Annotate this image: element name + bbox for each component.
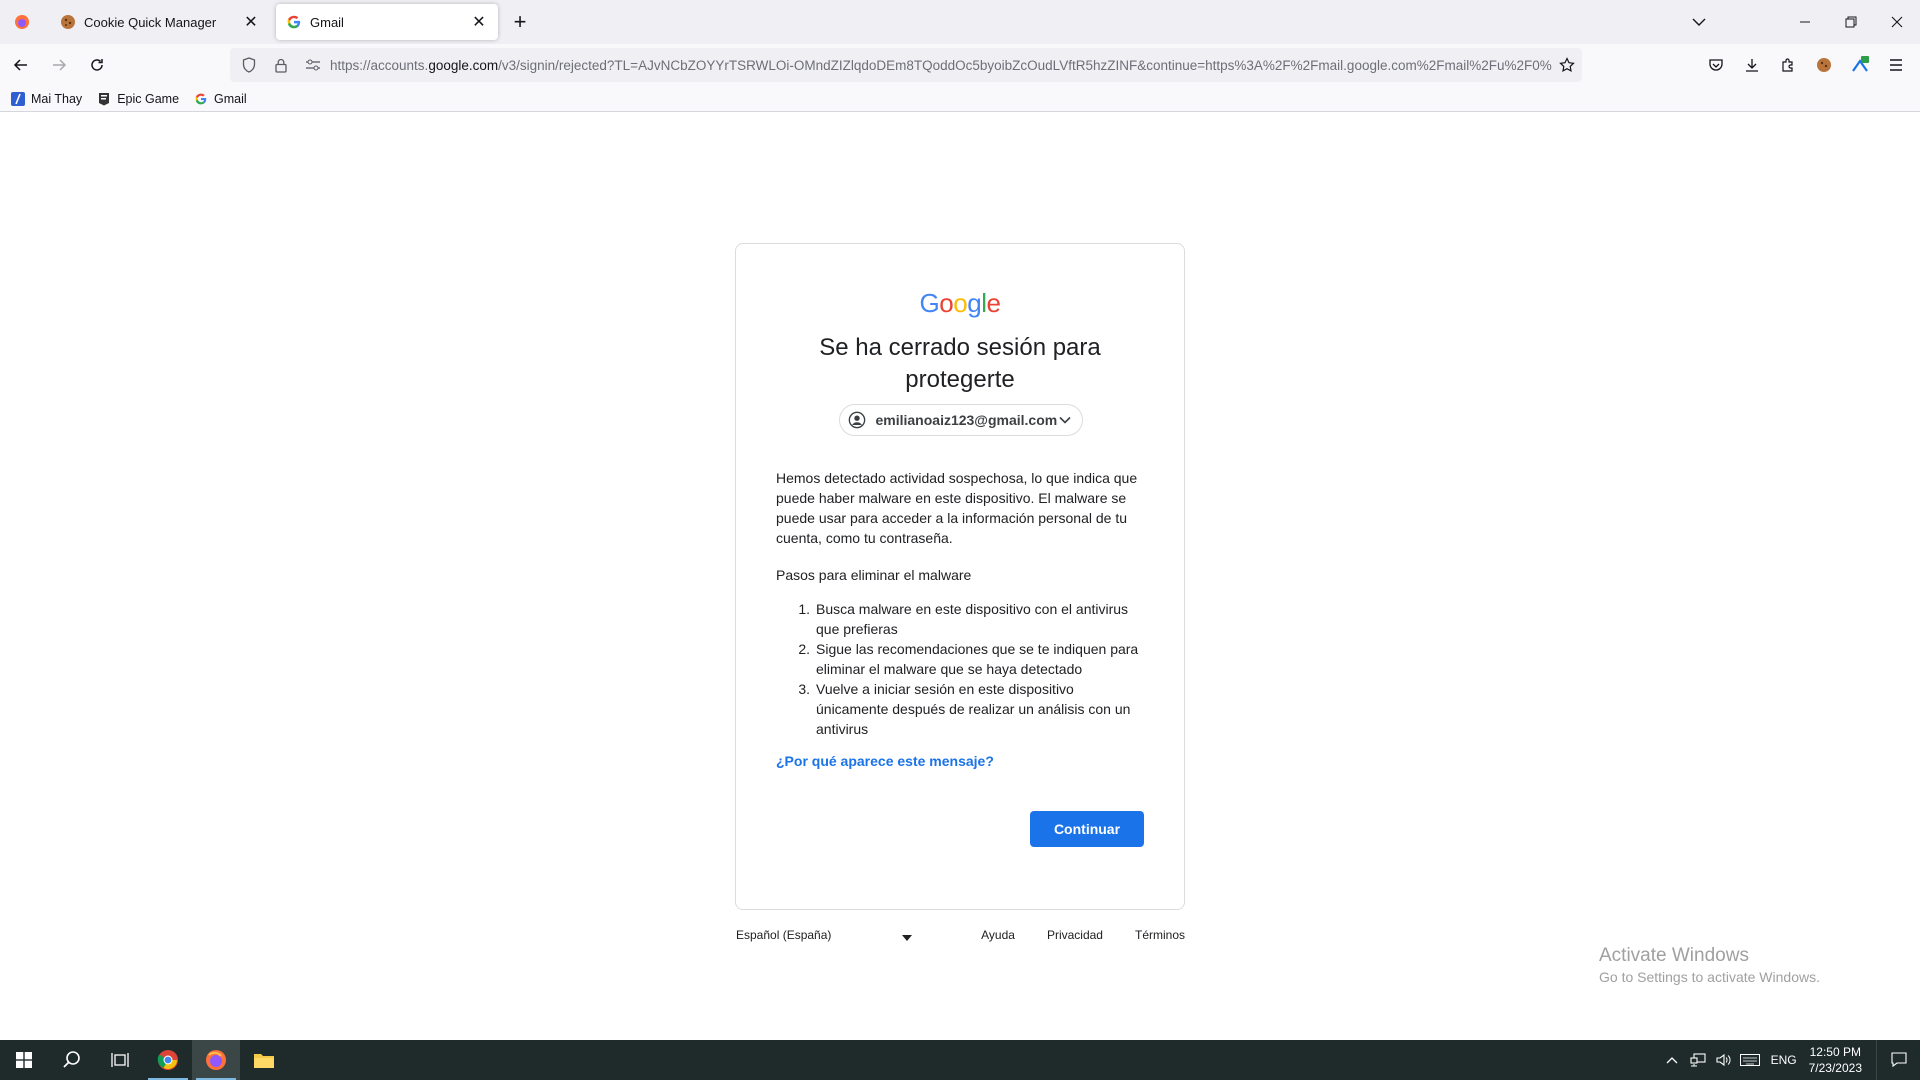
downloads-icon[interactable] xyxy=(1734,48,1770,82)
google-logo: Google xyxy=(919,288,1001,318)
search-icon[interactable] xyxy=(48,1040,96,1080)
malware-steps-list: 1. Busca malware en este dispositivo con… xyxy=(776,599,1146,739)
page-title: Se ha cerrado sesión para protegerte xyxy=(819,334,1101,393)
window-controls xyxy=(1676,0,1920,44)
system-tray: ENG 12:50 PM 7/23/2023 xyxy=(1659,1040,1920,1080)
tracking-protection-shield-icon[interactable] xyxy=(236,52,262,78)
minimize-icon[interactable] xyxy=(1782,0,1828,44)
page-footer: Español (España) Ayuda Privacidad Términ… xyxy=(735,928,1185,948)
firefox-menu-icon[interactable] xyxy=(0,0,44,44)
list-item: 2. Sigue las recomendaciones que se te i… xyxy=(798,641,1139,677)
web-page: Google Se ha cerrado sesión para protege… xyxy=(0,113,1920,1040)
back-icon[interactable] xyxy=(4,48,38,82)
steps-heading: Pasos para eliminar el malware xyxy=(776,567,972,583)
close-window-icon[interactable] xyxy=(1874,0,1920,44)
epic-games-icon xyxy=(96,91,112,107)
account-email: emilianoaiz123@gmail.com xyxy=(875,412,1058,428)
reload-icon[interactable] xyxy=(80,48,114,82)
activate-windows-watermark: Activate Windows Go to Settings to activ… xyxy=(1599,945,1820,985)
bookmark-label: Gmail xyxy=(214,91,247,106)
navigation-toolbar: https://accounts.google.com/v3/signin/re… xyxy=(0,44,1920,86)
chrome-taskbar-icon[interactable] xyxy=(144,1040,192,1080)
file-explorer-icon[interactable] xyxy=(240,1040,288,1080)
extension-badge-icon[interactable] xyxy=(1842,48,1878,82)
windows-taskbar: ENG 12:50 PM 7/23/2023 xyxy=(0,1040,1920,1080)
list-item: 3. Vuelve a iniciar sesión en este dispo… xyxy=(798,681,1131,737)
close-tab-icon[interactable]: ✕ xyxy=(470,13,488,31)
help-link[interactable]: Ayuda xyxy=(981,928,1015,942)
signin-card: Google Se ha cerrado sesión para protege… xyxy=(735,243,1185,910)
bookmark-app-icon xyxy=(10,91,26,107)
bookmark-label: Epic Game xyxy=(117,91,180,106)
cookie-icon xyxy=(60,14,76,30)
bookmark-label: Mai Thay xyxy=(31,91,83,106)
task-view-icon[interactable] xyxy=(96,1040,144,1080)
permissions-icon[interactable] xyxy=(300,52,326,78)
bookmark-gmail[interactable]: Gmail xyxy=(193,91,247,107)
restore-icon[interactable] xyxy=(1828,0,1874,44)
extensions-icon[interactable] xyxy=(1770,48,1806,82)
input-language-indicator[interactable]: ENG xyxy=(1771,1053,1797,1067)
windows-start-icon[interactable] xyxy=(0,1040,48,1080)
language-label: Español (España) xyxy=(736,928,832,942)
language-selector[interactable]: Español (España) xyxy=(736,928,916,942)
privacy-link[interactable]: Privacidad xyxy=(1047,928,1103,942)
network-icon[interactable] xyxy=(1685,1040,1711,1080)
tab-title: Gmail xyxy=(310,14,344,30)
account-circle-icon xyxy=(848,410,866,430)
footer-links: Ayuda Privacidad Términos xyxy=(949,928,1185,942)
dropdown-arrow-icon xyxy=(902,930,912,944)
address-bar[interactable]: https://accounts.google.com/v3/signin/re… xyxy=(230,48,1582,82)
keyboard-icon[interactable] xyxy=(1737,1040,1763,1080)
close-tab-icon[interactable]: ✕ xyxy=(242,13,260,31)
chevron-up-icon[interactable] xyxy=(1659,1040,1685,1080)
app-menu-icon[interactable] xyxy=(1878,48,1914,82)
bookmark-star-icon[interactable] xyxy=(1552,57,1582,73)
clock[interactable]: 12:50 PM 7/23/2023 xyxy=(1809,1044,1862,1076)
clock-time: 12:50 PM xyxy=(1809,1045,1861,1059)
why-message-link[interactable]: ¿Por qué aparece este mensaje? xyxy=(776,753,994,769)
clock-date: 7/23/2023 xyxy=(1808,1061,1862,1075)
bookmarks-toolbar: Mai Thay Epic Game Gmail xyxy=(0,86,1920,112)
tab-strip: Cookie Quick Manager ✕ Gmail ✕ + xyxy=(0,0,1920,44)
list-all-tabs-icon[interactable] xyxy=(1676,0,1722,44)
notifications-icon[interactable] xyxy=(1876,1040,1920,1080)
cookie-extension-icon[interactable] xyxy=(1806,48,1842,82)
tab-cookie-quick-manager[interactable]: Cookie Quick Manager ✕ xyxy=(50,4,270,40)
account-chip[interactable]: emilianoaiz123@gmail.com xyxy=(839,404,1083,436)
forward-icon[interactable] xyxy=(42,48,76,82)
chevron-down-icon xyxy=(1057,416,1072,424)
bookmark-epic-game[interactable]: Epic Game xyxy=(96,91,179,107)
tab-title: Cookie Quick Manager xyxy=(84,14,217,30)
tab-gmail[interactable]: Gmail ✕ xyxy=(276,4,498,40)
google-g-icon xyxy=(193,91,209,107)
google-g-icon xyxy=(286,14,302,30)
url-text[interactable]: https://accounts.google.com/v3/signin/re… xyxy=(330,58,1552,73)
terms-link[interactable]: Términos xyxy=(1135,928,1185,942)
new-tab-button[interactable]: + xyxy=(504,6,536,38)
volume-icon[interactable] xyxy=(1711,1040,1737,1080)
firefox-taskbar-icon[interactable] xyxy=(192,1040,240,1080)
toolbar-right xyxy=(1698,48,1914,82)
list-item: 1. Busca malware en este dispositivo con… xyxy=(798,601,1129,637)
bookmark-mai-thay[interactable]: Mai Thay xyxy=(10,91,82,107)
continue-button[interactable]: Continuar xyxy=(1030,811,1144,847)
warning-message: Hemos detectado actividad sospechosa, lo… xyxy=(776,470,1138,546)
pocket-icon[interactable] xyxy=(1698,48,1734,82)
lock-icon[interactable] xyxy=(268,52,294,78)
